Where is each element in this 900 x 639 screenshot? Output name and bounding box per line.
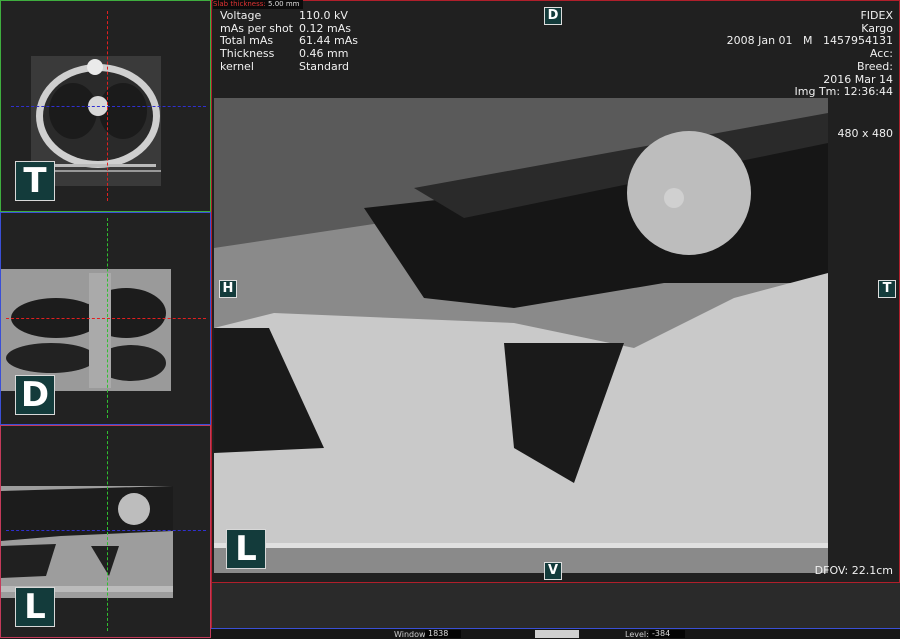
ct-lateral-scan xyxy=(214,98,828,573)
level-value[interactable]: -384 xyxy=(649,630,685,638)
dorsal-badge: D xyxy=(15,375,55,415)
lateral-badge: L xyxy=(15,587,55,627)
slab-thickness-label: Slab thickness: xyxy=(213,0,266,8)
dorsal-viewport[interactable]: D xyxy=(0,212,211,425)
lateral-viewport[interactable]: L xyxy=(0,425,211,638)
matrix-size: 480 x 480 xyxy=(837,127,894,140)
accession: Acc: xyxy=(869,47,893,61)
kernel-label: kernel xyxy=(220,59,254,73)
window-value[interactable]: 1838 xyxy=(425,630,461,638)
crosshair-horizontal-dorsal[interactable] xyxy=(6,318,206,319)
slab-thickness-value: 5.00 mm xyxy=(268,0,300,8)
patient-info: FIDEX Kargo 2008 Jan 01 M 1457954131 Acc… xyxy=(726,9,893,99)
image-time: Img Tm: 12:36:44 xyxy=(794,85,893,99)
transverse-viewport[interactable]: T xyxy=(0,0,211,212)
thickness-label: Thickness xyxy=(220,47,275,61)
kernel-value: Standard xyxy=(299,59,350,73)
slab-thickness-indicator[interactable]: Slab thickness: 5.00 mm xyxy=(213,0,304,9)
voltage-label: Voltage xyxy=(220,9,262,22)
crosshair-vertical-lateral[interactable] xyxy=(107,431,108,631)
crosshair-horizontal[interactable] xyxy=(11,106,206,107)
breed: Breed: xyxy=(856,59,893,73)
orientation-bottom: V xyxy=(544,562,562,580)
orientation-left: H xyxy=(219,280,237,298)
orientation-right: T xyxy=(878,280,896,298)
main-viewport[interactable]: Voltage 110.0 kV mAs per shot 0.12 mAs Tot… xyxy=(211,0,900,583)
window-level-slider[interactable] xyxy=(535,630,579,638)
orientation-top: D xyxy=(544,7,562,25)
dfov: DFOV: 22.1cm xyxy=(814,564,893,577)
window-level-bar: Window: 1838 Level: -384 xyxy=(211,628,900,639)
main-view-badge: L xyxy=(226,529,266,569)
voltage-value: 110.0 kV xyxy=(299,9,348,22)
acquisition-info: Voltage 110.0 kV mAs per shot 0.12 mAs Tot… xyxy=(220,9,358,74)
transverse-badge: T xyxy=(15,161,55,201)
study-line: 2008 Jan 01 M 1457954131 xyxy=(726,34,893,48)
crosshair-horizontal-lateral[interactable] xyxy=(6,530,206,531)
institution: FIDEX xyxy=(860,9,893,22)
thickness-value: 0.46 mm xyxy=(299,47,349,61)
